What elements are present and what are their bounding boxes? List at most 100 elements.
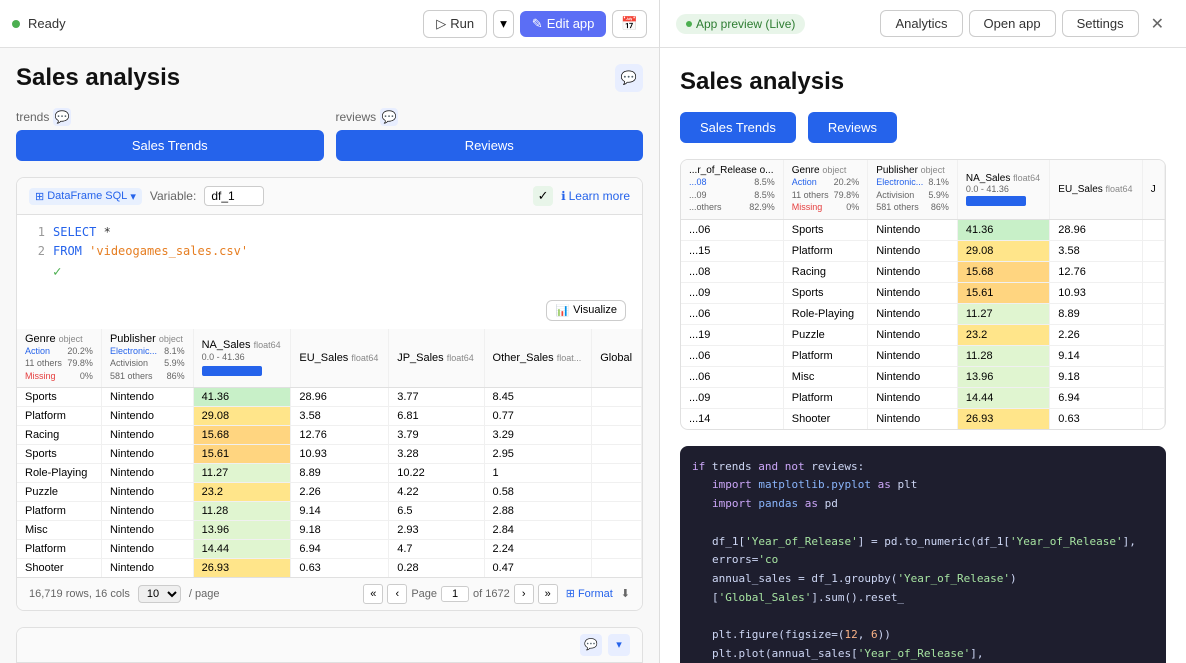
table-row: ...06 Platform Nintendo 11.28 9.14: [681, 345, 1165, 366]
visualize-button[interactable]: 📊 Visualize: [546, 300, 626, 321]
cell-publisher: Nintendo: [868, 324, 958, 345]
cell-year: ...06: [681, 303, 783, 324]
right-code-line-5: annual_sales = df_1.groupby('Year_of_Rel…: [692, 570, 1154, 607]
next-page-btn[interactable]: ›: [514, 584, 534, 604]
df-header: ⊞ DataFrame SQL ▾ Variable: ✓ ℹ Learn mo…: [17, 178, 642, 215]
live-dot: [686, 21, 692, 27]
chat-icon-top[interactable]: 💬: [615, 64, 643, 92]
cell-other-sales: 8.45: [484, 387, 592, 406]
table-row: Misc Nintendo 13.96 9.18 2.93 2.84: [17, 520, 642, 539]
cell-year: ...08: [681, 261, 783, 282]
df-actions: ✓ ℹ Learn more: [533, 186, 630, 206]
cell-na-sales: 29.08: [193, 406, 291, 425]
info-icon: ℹ: [561, 189, 566, 203]
settings-button[interactable]: Settings: [1062, 10, 1139, 37]
cell-na-sales: 13.96: [957, 366, 1049, 387]
table-row: Sports Nintendo 15.61 10.93 3.28 2.95: [17, 444, 642, 463]
data-table: Genre object Action20.2% 11 others79.8% …: [17, 329, 642, 577]
table-row: ...09 Platform Nintendo 14.44 6.94: [681, 387, 1165, 408]
table-row: Role-Playing Nintendo 11.27 8.89 10.22 1: [17, 463, 642, 482]
calendar-button[interactable]: 📅: [612, 10, 647, 38]
table-row: Sports Nintendo 41.36 28.96 3.77 8.45: [17, 387, 642, 406]
cell-genre: Role-Playing: [17, 463, 101, 482]
download-button[interactable]: ⬇: [621, 587, 630, 600]
cell-eu-sales: 3.58: [291, 406, 389, 425]
cell-genre: Platform: [783, 240, 867, 261]
page-input[interactable]: [441, 586, 469, 602]
cell-publisher: Nintendo: [101, 463, 193, 482]
right-code-line-3: import pandas as pd: [692, 495, 1154, 514]
cell-publisher: Nintendo: [868, 219, 958, 240]
code-action-btn2[interactable]: ▾: [608, 634, 630, 656]
cell-year: ...06: [681, 219, 783, 240]
sales-trends-button[interactable]: Sales Trends: [16, 130, 324, 161]
cell-global: [592, 501, 642, 520]
close-right-button[interactable]: ✕: [1145, 10, 1170, 37]
right-sales-trends-btn[interactable]: Sales Trends: [680, 112, 796, 143]
per-page-select[interactable]: 102550: [138, 585, 181, 603]
right-col-year: ...r_of_Release o... ...088.5% ...098.5%…: [681, 160, 783, 219]
cell-genre: Misc: [17, 520, 101, 539]
widget-reviews: reviews 💬 Reviews: [336, 108, 644, 161]
cell-j: [1142, 408, 1164, 429]
cell-jp-sales: 10.22: [389, 463, 484, 482]
cell-global: [592, 558, 642, 577]
df-var-input[interactable]: [204, 186, 264, 206]
cell-genre: Racing: [783, 261, 867, 282]
cell-genre: Platform: [17, 539, 101, 558]
cell-eu-sales: 10.93: [1050, 282, 1142, 303]
cell-publisher: Nintendo: [101, 539, 193, 558]
learn-more-link[interactable]: ℹ Learn more: [561, 189, 630, 203]
cell-na-sales: 15.61: [193, 444, 291, 463]
badge-caret: ▾: [130, 190, 136, 203]
cell-global: [592, 520, 642, 539]
left-main-content: Sales analysis 💬 trends 💬 Sales Trends r…: [0, 48, 659, 663]
cell-genre: Platform: [17, 501, 101, 520]
open-app-button[interactable]: Open app: [969, 10, 1056, 37]
cell-publisher: Nintendo: [101, 425, 193, 444]
cell-publisher: Nintendo: [868, 408, 958, 429]
cell-year: ...06: [681, 366, 783, 387]
live-badge: App preview (Live): [676, 14, 805, 34]
run-button[interactable]: ▷ Run: [423, 10, 487, 38]
table-row: ...06 Role-Playing Nintendo 11.27 8.89: [681, 303, 1165, 324]
top-bar-actions: ▷ Run ▾ ✎ Edit app 📅: [423, 10, 647, 38]
trends-chat-icon[interactable]: 💬: [53, 108, 71, 126]
reviews-chat-icon[interactable]: 💬: [380, 108, 398, 126]
cell-eu-sales: 6.94: [1050, 387, 1142, 408]
cell-na-sales: 15.68: [957, 261, 1049, 282]
cell-jp-sales: 6.5: [389, 501, 484, 520]
cell-eu-sales: 9.18: [291, 520, 389, 539]
cell-year: ...06: [681, 345, 783, 366]
sql-line-2: 2 FROM 'videogames_sales.csv': [29, 242, 630, 261]
prev-page-btn[interactable]: ‹: [387, 584, 407, 604]
df-badge[interactable]: ⊞ DataFrame SQL ▾: [29, 188, 142, 205]
right-reviews-btn[interactable]: Reviews: [808, 112, 897, 143]
run-caret-button[interactable]: ▾: [493, 10, 514, 38]
cell-na-sales: 26.93: [957, 408, 1049, 429]
edit-app-button[interactable]: ✎ Edit app: [520, 11, 607, 37]
play-icon: ▷: [436, 16, 446, 32]
widget-trends: trends 💬 Sales Trends: [16, 108, 324, 161]
analytics-button[interactable]: Analytics: [880, 10, 962, 37]
cell-jp-sales: 2.93: [389, 520, 484, 539]
cell-eu-sales: 28.96: [1050, 219, 1142, 240]
reviews-button[interactable]: Reviews: [336, 130, 644, 161]
cell-j: [1142, 261, 1164, 282]
table-row: Racing Nintendo 15.68 12.76 3.79 3.29: [17, 425, 642, 444]
cell-eu-sales: 2.26: [291, 482, 389, 501]
right-code-line-1: if trends and not reviews:: [692, 458, 1154, 477]
cell-other-sales: 0.58: [484, 482, 592, 501]
cell-na-sales: 14.44: [193, 539, 291, 558]
table-row: ...19 Puzzle Nintendo 23.2 2.26: [681, 324, 1165, 345]
chart-icon: 📊: [555, 304, 569, 317]
code-action-btn1[interactable]: 💬: [580, 634, 602, 656]
last-page-btn[interactable]: »: [538, 584, 558, 604]
right-col-j: J: [1142, 160, 1164, 219]
cell-na-sales: 11.27: [193, 463, 291, 482]
sql-check-ok: ✓: [29, 261, 630, 283]
cell-na-sales: 41.36: [957, 219, 1049, 240]
cell-jp-sales: 3.28: [389, 444, 484, 463]
format-button[interactable]: ⊞ Format: [566, 587, 613, 600]
first-page-btn[interactable]: «: [363, 584, 383, 604]
